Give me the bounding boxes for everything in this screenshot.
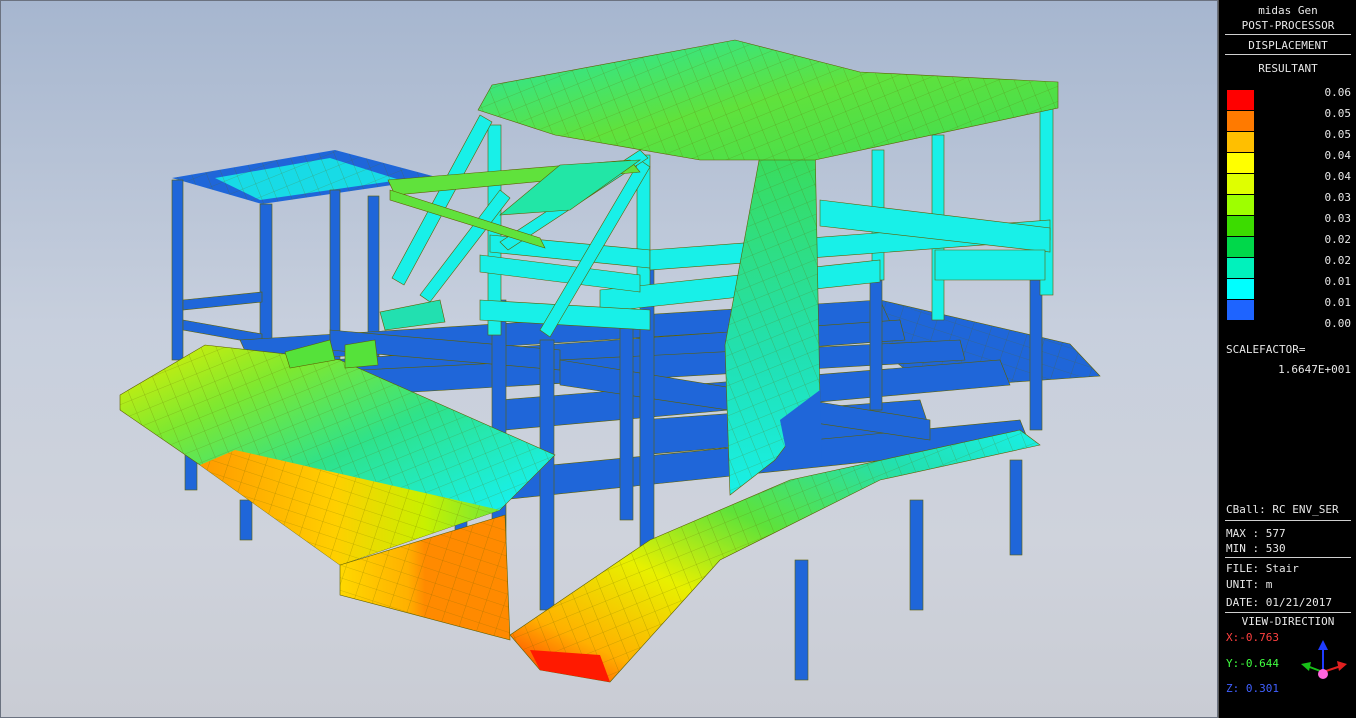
legend-value: 0.06 [1324,86,1352,99]
legend-swatch [1227,174,1254,194]
roof-slab [477,39,1059,161]
legend-swatch [1227,132,1254,152]
legend-value: 0.02 [1324,233,1352,246]
view-z: Z: 0.301 [1226,682,1279,695]
axis-triad-icon [1301,640,1347,679]
legend-value: 0.04 [1324,170,1352,183]
divider [1225,520,1351,521]
view-x: X:-0.763 [1226,631,1279,644]
mode-label: POST-PROCESSOR [1241,19,1335,32]
max-label: MAX : 577 [1226,527,1286,540]
view-direction-title: VIEW-DIRECTION [1241,615,1335,628]
result-type: DISPLACEMENT [1248,39,1328,52]
legend-swatch [1227,195,1254,215]
divider [1225,557,1351,558]
legend-swatch [1227,258,1254,278]
component-label: RESULTANT [1258,62,1318,75]
legend-value: 0.03 [1324,212,1352,225]
scale-value: 1.6647E+001 [1278,363,1351,376]
app-name: midas Gen [1258,4,1318,17]
model-viewport[interactable] [0,0,1218,718]
legend-swatch [1227,279,1254,299]
divider [1225,612,1351,613]
unit-label: UNIT: m [1226,578,1273,591]
legend-value: 0.02 [1324,254,1352,267]
core-wall [724,139,822,496]
legend-value: 0.03 [1324,191,1352,204]
legend-value: 0.00 [1324,317,1352,330]
legend-swatch [1227,300,1254,320]
legend-panel: midas Gen POST-PROCESSOR DISPLACEMENT RE… [1218,0,1356,718]
legend-swatch [1227,153,1254,173]
legend-swatch [1227,90,1254,110]
left-slab [119,344,556,641]
legend-value: 0.01 [1324,296,1352,309]
legend-swatch [1227,111,1254,131]
legend-value: 0.04 [1324,149,1352,162]
view-y: Y:-0.644 [1226,657,1279,670]
legend-value: 0.05 [1324,107,1352,120]
cball-label: CBall: RC ENV_SER [1226,503,1339,516]
scale-label: SCALEFACTOR= [1226,343,1306,356]
legend-value: 0.01 [1324,275,1352,288]
date-label: DATE: 01/21/2017 [1226,596,1332,609]
legend-swatch [1227,216,1254,236]
legend-swatch [1227,237,1254,257]
file-label: FILE: Stair [1226,562,1299,575]
min-label: MIN : 530 [1226,542,1286,555]
fe-model-render [119,39,1101,683]
divider [1225,54,1351,55]
divider [1225,34,1351,35]
legend-value: 0.05 [1324,128,1352,141]
